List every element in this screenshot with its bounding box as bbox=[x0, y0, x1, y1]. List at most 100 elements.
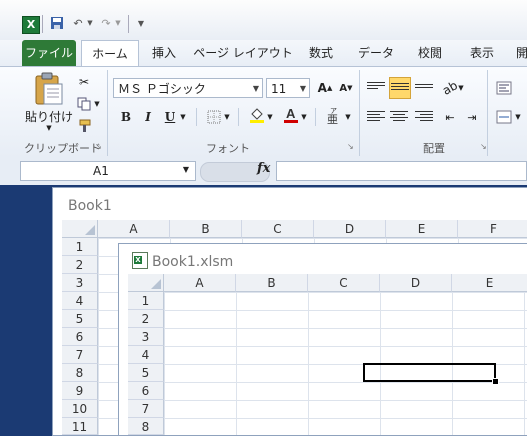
font-name-combo[interactable]: ＭＳ Ｐゴシック ▼ bbox=[113, 78, 263, 98]
bold-icon[interactable]: B bbox=[116, 107, 136, 127]
paste-dropdown-icon[interactable]: ▼ bbox=[24, 124, 74, 132]
column-header[interactable]: B bbox=[170, 220, 242, 238]
tab-home[interactable]: ホーム bbox=[81, 40, 139, 67]
column-header[interactable]: C bbox=[308, 274, 380, 292]
row-header[interactable]: 11 bbox=[62, 418, 98, 435]
chevron-down-icon: ▼ bbox=[299, 84, 306, 93]
increase-font-size-icon[interactable]: A ▲ bbox=[315, 78, 335, 98]
clipboard-launcher-icon[interactable]: ↘ bbox=[95, 142, 102, 151]
merge-dropdown-icon[interactable]: ▼ bbox=[513, 107, 523, 127]
fill-handle[interactable] bbox=[492, 378, 499, 385]
row-header[interactable]: 4 bbox=[128, 346, 164, 364]
redo-dropdown-icon[interactable]: ▼ bbox=[114, 14, 122, 32]
orientation-dropdown-icon[interactable]: ▼ bbox=[456, 78, 466, 98]
column-header[interactable]: E bbox=[452, 274, 527, 292]
row-header[interactable]: 6 bbox=[128, 382, 164, 400]
tab-view[interactable]: 表示 bbox=[460, 40, 504, 66]
phonetic-dropdown-icon[interactable]: ▼ bbox=[343, 107, 353, 127]
row-header[interactable]: 9 bbox=[62, 382, 98, 400]
tab-review[interactable]: 校閲 bbox=[408, 40, 452, 66]
select-all-corner[interactable] bbox=[128, 274, 164, 292]
align-right-icon[interactable] bbox=[414, 107, 434, 127]
row-header[interactable]: 1 bbox=[128, 292, 164, 310]
column-header[interactable]: D bbox=[380, 274, 452, 292]
row-header[interactable]: 7 bbox=[62, 346, 98, 364]
italic-icon[interactable]: I bbox=[138, 107, 158, 127]
font-size-combo[interactable]: 11 ▼ bbox=[266, 78, 310, 98]
column-header[interactable]: F bbox=[458, 220, 527, 238]
column-header[interactable]: A bbox=[98, 220, 170, 238]
row-header[interactable]: 4 bbox=[62, 292, 98, 310]
align-center-icon[interactable] bbox=[389, 107, 409, 127]
fill-color-dropdown-icon[interactable]: ▼ bbox=[265, 107, 275, 127]
copy-icon[interactable] bbox=[74, 94, 94, 114]
align-bottom-icon[interactable] bbox=[414, 78, 434, 98]
row-header[interactable]: 2 bbox=[62, 256, 98, 274]
fill-color-icon[interactable] bbox=[247, 105, 267, 125]
decrease-font-size-icon[interactable]: A ▼ bbox=[336, 78, 356, 98]
divider bbox=[359, 70, 360, 156]
font-color-dropdown-icon[interactable]: ▼ bbox=[299, 107, 309, 127]
row-header[interactable]: 1 bbox=[62, 238, 98, 256]
column-header[interactable]: C bbox=[242, 220, 314, 238]
align-middle-icon[interactable] bbox=[389, 77, 411, 99]
decrease-indent-icon[interactable]: ⇤ bbox=[440, 107, 460, 127]
name-box-value: A1 bbox=[93, 164, 109, 178]
font-name-value: ＭＳ Ｐゴシック bbox=[118, 82, 206, 96]
merge-center-icon[interactable] bbox=[494, 107, 514, 127]
insert-function-icon[interactable]: fx bbox=[257, 161, 270, 176]
row-header[interactable]: 5 bbox=[128, 364, 164, 382]
align-left-icon[interactable] bbox=[366, 107, 386, 127]
row-header[interactable]: 3 bbox=[128, 328, 164, 346]
tab-file[interactable]: ファイル bbox=[22, 40, 76, 66]
underline-icon[interactable]: U bbox=[160, 107, 180, 127]
paste-button[interactable]: 貼り付け ▼ bbox=[24, 70, 74, 136]
row-header[interactable]: 5 bbox=[62, 310, 98, 328]
font-color-icon[interactable]: A bbox=[281, 105, 301, 125]
borders-icon[interactable] bbox=[204, 107, 224, 127]
book1-xlsm-title: Book1.xlsm bbox=[152, 254, 234, 270]
row-header[interactable]: 10 bbox=[62, 400, 98, 418]
row-header[interactable]: 6 bbox=[62, 328, 98, 346]
excel-file-icon: X bbox=[132, 252, 148, 269]
save-icon[interactable] bbox=[48, 14, 66, 32]
cut-icon[interactable]: ✂ bbox=[74, 72, 94, 92]
divider bbox=[42, 15, 43, 33]
wrap-text-icon[interactable] bbox=[494, 78, 514, 98]
row-header[interactable]: 8 bbox=[128, 418, 164, 435]
phonetic-guide-icon[interactable]: ア亜 bbox=[323, 106, 343, 126]
customize-qat-icon[interactable]: ▼ bbox=[134, 14, 148, 32]
excel-app-icon[interactable]: X bbox=[22, 16, 40, 34]
copy-dropdown-icon[interactable]: ▼ bbox=[92, 94, 102, 114]
undo-icon[interactable]: ↶ bbox=[70, 14, 86, 32]
tab-insert[interactable]: 挿入 bbox=[143, 40, 185, 66]
tab-page-layout[interactable]: ページ レイアウト bbox=[193, 40, 293, 66]
font-launcher-icon[interactable]: ↘ bbox=[347, 142, 354, 151]
alignment-launcher-icon[interactable]: ↘ bbox=[480, 142, 487, 151]
borders-dropdown-icon[interactable]: ▼ bbox=[222, 107, 232, 127]
ribbon-tabs: ファイル ホーム 挿入 ページ レイアウト 数式 データ 校閲 表示 開 bbox=[0, 40, 527, 67]
align-top-icon[interactable] bbox=[366, 78, 386, 98]
column-header[interactable]: A bbox=[164, 274, 236, 292]
select-all-corner[interactable] bbox=[62, 220, 98, 238]
book1-xlsm-window[interactable]: X Book1.xlsm A B C D E 1 2 3 4 5 6 7 8 bbox=[118, 243, 527, 436]
row-header[interactable]: 8 bbox=[62, 364, 98, 382]
column-header[interactable]: B bbox=[236, 274, 308, 292]
row-header[interactable]: 2 bbox=[128, 310, 164, 328]
underline-dropdown-icon[interactable]: ▼ bbox=[178, 107, 188, 127]
name-box[interactable]: A1 ▼ bbox=[20, 161, 196, 181]
chevron-down-icon: ▼ bbox=[182, 165, 189, 174]
tab-developer[interactable]: 開 bbox=[512, 40, 527, 66]
increase-indent-icon[interactable]: ⇥ bbox=[462, 107, 482, 127]
undo-dropdown-icon[interactable]: ▼ bbox=[86, 14, 94, 32]
tab-formulas[interactable]: 数式 bbox=[300, 40, 342, 66]
column-header[interactable]: D bbox=[314, 220, 386, 238]
redo-icon[interactable]: ↷ bbox=[98, 14, 114, 32]
column-header[interactable]: E bbox=[386, 220, 458, 238]
row-header[interactable]: 3 bbox=[62, 274, 98, 292]
active-cell-selection[interactable] bbox=[363, 363, 496, 382]
row-header[interactable]: 7 bbox=[128, 400, 164, 418]
tab-data[interactable]: データ bbox=[352, 40, 400, 66]
format-painter-icon[interactable] bbox=[74, 116, 94, 136]
formula-input[interactable] bbox=[276, 161, 527, 181]
